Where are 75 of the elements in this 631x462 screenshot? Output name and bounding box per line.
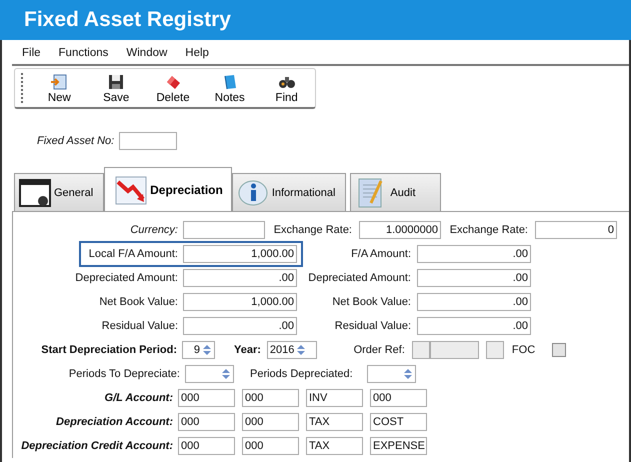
toolbar-button[interactable]: New bbox=[30, 72, 88, 104]
document-icon bbox=[50, 72, 68, 90]
input-field[interactable]: TAX bbox=[306, 437, 363, 455]
spin-field[interactable]: 2016 bbox=[266, 341, 317, 359]
input-field[interactable]: .00 bbox=[183, 269, 297, 287]
input-field[interactable]: TAX bbox=[306, 413, 363, 431]
input-field[interactable]: 000 bbox=[242, 413, 299, 431]
input-field[interactable] bbox=[183, 221, 265, 239]
spin-arrows-icon bbox=[296, 344, 306, 356]
input-field[interactable]: .00 bbox=[417, 317, 531, 335]
grip-icon bbox=[21, 73, 25, 103]
tab[interactable]: Informational bbox=[232, 173, 346, 211]
field-label: Residual Value: bbox=[102, 320, 178, 332]
input-field[interactable]: 000 bbox=[242, 437, 299, 455]
toolbar-button[interactable]: Find bbox=[258, 72, 316, 104]
input-field[interactable]: 1,000.00 bbox=[183, 293, 297, 311]
field-label: Start Depreciation Period: bbox=[41, 344, 177, 356]
field-label: Depreciated Amount: bbox=[307, 272, 411, 284]
field-label: Exchange Rate: bbox=[272, 224, 352, 236]
tab[interactable]: General bbox=[14, 173, 104, 211]
checkbox[interactable] bbox=[552, 343, 566, 357]
input-field[interactable]: 000 bbox=[178, 413, 235, 431]
input-field[interactable]: 1,000.00 bbox=[183, 245, 297, 263]
input-field bbox=[486, 341, 504, 359]
input-field[interactable]: INV bbox=[306, 389, 363, 407]
field-label: Periods Depreciated: bbox=[250, 368, 353, 380]
field-label: F/A Amount: bbox=[350, 248, 411, 260]
field-label: G/L Account: bbox=[104, 392, 174, 404]
field-label: Currency: bbox=[130, 224, 178, 236]
toolbar-button[interactable]: Save bbox=[88, 72, 145, 104]
checkbox-label: FOC bbox=[512, 344, 536, 356]
input-field[interactable]: .00 bbox=[417, 269, 531, 287]
input-field bbox=[412, 341, 430, 359]
menu-item[interactable]: File bbox=[22, 47, 41, 59]
input-field bbox=[430, 341, 479, 359]
field-label: Local F/A Amount: bbox=[88, 248, 178, 260]
spin-arrows-icon bbox=[202, 344, 212, 356]
spin-field[interactable]: 9 bbox=[182, 341, 215, 359]
field-label: Year: bbox=[234, 344, 261, 356]
field-label: Net Book Value: bbox=[99, 296, 178, 308]
tab[interactable]: Audit bbox=[350, 173, 440, 211]
input-field[interactable]: 000 bbox=[178, 389, 235, 407]
window-icon bbox=[19, 176, 51, 208]
spin-arrows-icon bbox=[402, 368, 413, 380]
declining-chart-icon bbox=[115, 174, 148, 206]
input-field[interactable]: 1.0000000 bbox=[359, 221, 441, 239]
input-field[interactable]: 0 bbox=[535, 221, 617, 239]
input-field[interactable]: 000 bbox=[370, 389, 427, 407]
toolbar-button[interactable]: Notes bbox=[201, 72, 258, 104]
field-label: Order Ref: bbox=[352, 344, 405, 356]
spin-arrows-icon bbox=[221, 368, 231, 380]
input-field[interactable]: .00 bbox=[417, 293, 531, 311]
input-field[interactable]: EXPENSE bbox=[370, 437, 427, 455]
input-field[interactable]: .00 bbox=[183, 317, 297, 335]
toolbar-button[interactable]: Delete bbox=[144, 72, 202, 104]
input-field[interactable]: 000 bbox=[242, 389, 299, 407]
field-label: Depreciation Credit Account: bbox=[20, 440, 174, 452]
input-field[interactable]: 000 bbox=[178, 437, 235, 455]
menu-item[interactable]: Window bbox=[126, 47, 168, 59]
field-label: Exchange Rate: bbox=[448, 224, 528, 236]
field-label: Periods To Depreciate: bbox=[68, 368, 180, 380]
field-label: Fixed Asset No: bbox=[37, 135, 114, 147]
menu-item[interactable]: Help bbox=[185, 47, 209, 59]
field-label: Depreciation Account: bbox=[55, 416, 174, 428]
menu-item[interactable]: Functions bbox=[58, 47, 108, 59]
spin-field[interactable] bbox=[185, 365, 234, 383]
input-field[interactable]: .00 bbox=[417, 245, 531, 263]
tab[interactable]: Depreciation bbox=[104, 167, 232, 211]
spin-field[interactable] bbox=[366, 365, 416, 383]
input-field[interactable] bbox=[119, 132, 178, 150]
field-label: Depreciated Amount: bbox=[75, 272, 178, 284]
window-title: Fixed Asset Registry bbox=[24, 8, 231, 32]
field-label: Residual Value: bbox=[334, 320, 411, 332]
field-label: Net Book Value: bbox=[331, 296, 411, 308]
input-field[interactable]: COST bbox=[370, 413, 427, 431]
